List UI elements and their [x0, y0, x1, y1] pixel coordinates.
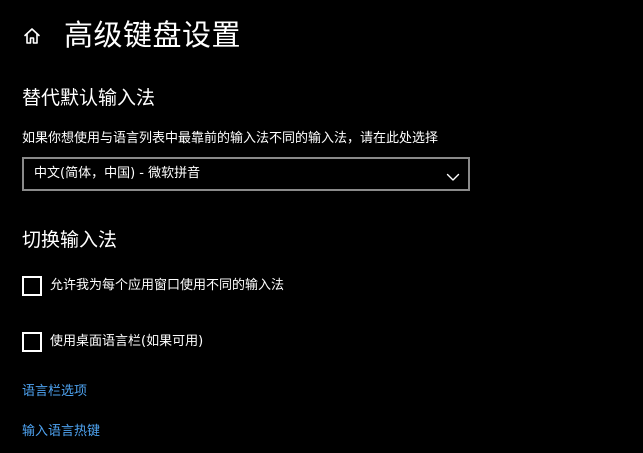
- override-input-heading: 替代默认输入法: [22, 87, 156, 109]
- switch-input-heading: 切换输入法: [22, 229, 118, 251]
- desktop-language-bar-label: 使用桌面语言栏(如果可用): [50, 334, 204, 349]
- home-button[interactable]: [18, 22, 46, 50]
- page-title: 高级键盘设置: [64, 18, 242, 52]
- per-app-input-method-checkbox[interactable]: [22, 276, 42, 296]
- default-input-method-value: 中文(简体，中国) - 微软拼音: [34, 166, 201, 181]
- per-app-input-method-label: 允许我为每个应用窗口使用不同的输入法: [50, 278, 285, 293]
- desktop-language-bar-option[interactable]: 使用桌面语言栏(如果可用): [22, 331, 203, 353]
- page-header: 高级键盘设置: [0, 0, 643, 70]
- desktop-language-bar-checkbox[interactable]: [22, 332, 42, 352]
- per-app-input-method-option[interactable]: 允许我为每个应用窗口使用不同的输入法: [22, 275, 284, 297]
- default-input-method-select[interactable]: 中文(简体，中国) - 微软拼音: [22, 157, 470, 191]
- language-bar-options-link[interactable]: 语言栏选项: [22, 383, 87, 401]
- input-language-hotkeys-link[interactable]: 输入语言热键: [22, 423, 100, 441]
- chevron-down-icon: [446, 168, 460, 181]
- home-icon: [22, 26, 42, 46]
- override-input-description: 如果你想使用与语言列表中最靠前的输入法不同的输入法，请在此处选择: [22, 131, 439, 146]
